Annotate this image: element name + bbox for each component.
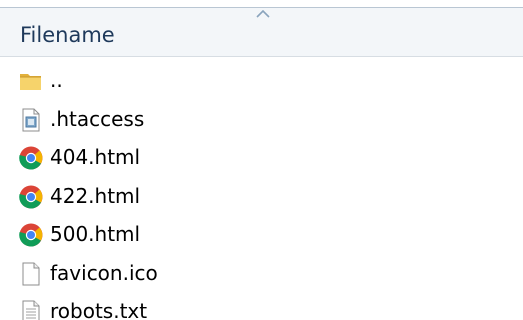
- chrome-icon: [19, 146, 43, 170]
- chrome-icon: [19, 223, 43, 247]
- list-item[interactable]: 500.html: [0, 215, 523, 254]
- file-name: 422.html: [50, 183, 141, 208]
- list-item[interactable]: 422.html: [0, 177, 523, 216]
- text-file-icon: [22, 300, 40, 320]
- file-list-pane: Filename .. .htaccess 404.html 422.html …: [0, 0, 523, 320]
- file-name: 404.html: [50, 145, 141, 169]
- chrome-icon: [19, 185, 43, 209]
- file-name: 500.html: [50, 222, 141, 246]
- file-name: .htaccess: [50, 106, 145, 131]
- column-header-label: Filename: [20, 23, 115, 47]
- file-list: .. .htaccess 404.html 422.html 500.html …: [0, 61, 523, 320]
- file-name: favicon.ico: [50, 260, 158, 285]
- column-header-filename[interactable]: Filename: [0, 7, 523, 57]
- list-item[interactable]: .htaccess: [0, 100, 523, 139]
- blank-file-icon: [22, 262, 40, 285]
- list-item[interactable]: ..: [0, 61, 523, 100]
- list-item[interactable]: 404.html: [0, 138, 523, 177]
- list-item[interactable]: robots.txt: [0, 292, 523, 320]
- config-file-icon: [22, 108, 40, 131]
- list-item[interactable]: favicon.ico: [0, 254, 523, 293]
- folder-icon: [20, 74, 41, 90]
- sort-ascending-icon: [256, 10, 270, 18]
- file-name: ..: [50, 68, 63, 92]
- file-name: robots.txt: [50, 299, 148, 320]
